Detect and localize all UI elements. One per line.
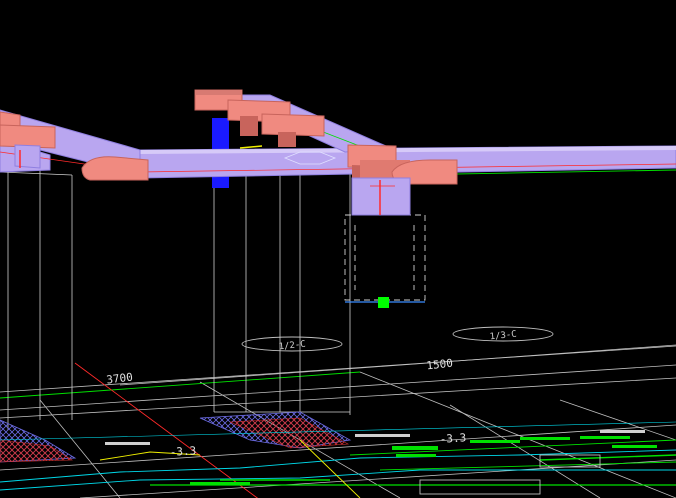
cad-3d-viewport[interactable]: 1/2-C 1/3-C 3700 1500 -3.3 -3.3	[0, 0, 676, 498]
dimension-text-2[interactable]: 1500	[426, 357, 454, 373]
main-duct-elbow-left[interactable]	[81, 156, 149, 181]
elevation-annotation-2[interactable]: -3.3	[439, 431, 466, 446]
viewport-background	[0, 0, 676, 498]
elevation-annotation-1[interactable]: -3.3	[169, 444, 196, 459]
grip-square-icon[interactable]	[378, 297, 389, 308]
